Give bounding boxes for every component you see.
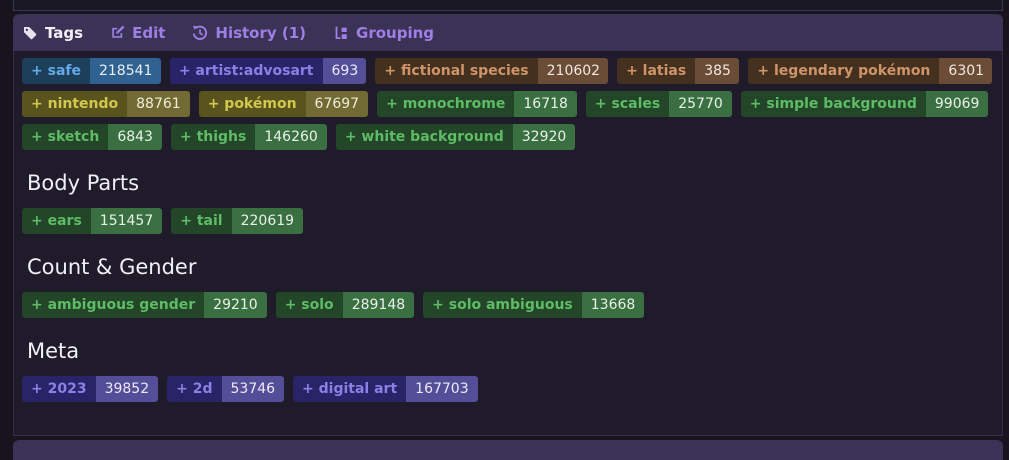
tag-count: 25770 [669,91,732,117]
section-heading: Meta [27,339,80,363]
tag-add-link[interactable]: + solo ambiguous [423,292,582,318]
tag-add-link[interactable]: + monochrome [377,91,515,117]
tag-count: 693 [322,58,367,84]
tag-count: 88761 [127,91,190,117]
section-heading: Body Parts [27,171,140,195]
tag-row: + 2023 39852 + 2d 53746 + digital art 167703 [22,376,992,402]
tag-add-link[interactable]: + digital art [293,376,407,402]
tag-badge-safe: + safe 218541 [22,58,161,84]
tag-count: 385 [695,58,740,84]
tag-badge-ears: + ears 151457 [22,208,163,234]
toolbar-button-edit[interactable]: Edit [110,24,165,42]
toolbar-grouping-label: Grouping [356,23,435,42]
tag-row: + ears 151457 + tail 220619 [22,208,992,234]
tag-badge-tail: + tail 220619 [171,208,304,234]
tag-badge-2023: + 2023 39852 [22,376,159,402]
tags-panel-toolbar: Tags Edit History (1) Grouping [13,14,1003,51]
grouping-icon [333,25,349,41]
tag-add-link[interactable]: + nintendo [22,91,128,117]
tag-add-link[interactable]: + ears [22,208,91,234]
tag-add-link[interactable]: + simple background [740,91,926,117]
tag-count: 16718 [514,91,577,117]
tag-badge-artist-advosart: + artist:advosart 693 [169,58,367,84]
tag-badge-solo-ambiguous: + solo ambiguous 13668 [423,292,645,318]
tag-badge-legendary-pok-mon: + legendary pokémon 6301 [748,58,992,84]
tag-add-link[interactable]: + pokémon [198,91,306,117]
tag-badge-nintendo: + nintendo 88761 [22,91,190,117]
tag-count: 29210 [204,292,267,318]
tag-icon [22,25,38,41]
tag-count: 151457 [90,208,163,234]
toolbar-tags-label: Tags [45,23,84,42]
tag-badge-latias: + latias 385 [617,58,740,84]
tag-badge-fictional-species: + fictional species 210602 [375,58,609,84]
tag-badge-thighs: + thighs 146260 [170,124,327,150]
next-section-header [13,440,1003,460]
toolbar-tab-tags[interactable]: Tags [22,24,83,42]
edit-icon [110,25,125,40]
section-heading: Count & Gender [27,255,197,279]
tag-add-link[interactable]: + sketch [22,124,109,150]
tag-count: 6301 [939,58,992,84]
toolbar-edit-label: Edit [132,23,166,42]
tag-count: 167703 [406,376,478,402]
tag-add-link[interactable]: + latias [617,58,696,84]
tag-row: + safe 218541 + artist:advosart 693 + fictio… [22,58,992,84]
tag-sections: + safe 218541 + artist:advosart 693 + fictio… [13,51,1003,436]
tag-add-link[interactable]: + 2023 [22,376,96,402]
tag-count: 289148 [342,292,415,318]
tag-count: 32920 [512,124,576,150]
history-icon [192,25,208,41]
tag-add-link[interactable]: + white background [335,124,513,150]
tag-add-link[interactable]: + ambiguous gender [22,292,205,318]
tag-count: 146260 [255,124,327,150]
tag-add-link[interactable]: + thighs [170,124,256,150]
tag-count: 13668 [581,292,645,318]
toolbar-history-label: History (1) [215,23,307,42]
previous-section-edge [13,0,1003,11]
tag-count: 53746 [221,376,285,402]
tag-row: + ambiguous gender 29210 + solo 289148 + sol… [22,292,992,318]
tag-add-link[interactable]: + fictional species [375,58,538,84]
tag-badge-white-background: + white background 32920 [335,124,576,150]
tag-add-link[interactable]: + legendary pokémon [748,58,940,84]
tag-add-link[interactable]: + solo [275,292,343,318]
tag-badge-digital-art: + digital art 167703 [293,376,478,402]
tag-badge-scales: + scales 25770 [585,91,732,117]
tag-badge-sketch: + sketch 6843 [22,124,162,150]
tag-badge-monochrome: + monochrome 16718 [377,91,577,117]
tag-badge-ambiguous-gender: + ambiguous gender 29210 [22,292,267,318]
tag-add-link[interactable]: + safe [22,58,90,84]
tag-badge-pok-mon: + pokémon 67697 [198,91,369,117]
tag-badge-2d: + 2d 53746 [167,376,285,402]
tags-panel: Tags Edit History (1) Grouping + safe 21… [13,14,1003,436]
tag-badge-simple-background: + simple background 99069 [740,91,989,117]
tag-count: 99069 [925,91,989,117]
tag-add-link[interactable]: + 2d [167,376,222,402]
tag-row: + nintendo 88761 + pokémon 67697 + monochrom… [22,91,992,117]
tag-count: 218541 [89,58,161,84]
toolbar-button-grouping[interactable]: Grouping [333,24,434,42]
toolbar-button-history[interactable]: History (1) [192,24,306,42]
tag-count: 210602 [537,58,609,84]
tag-count: 220619 [231,208,304,234]
tag-add-link[interactable]: + artist:advosart [169,58,323,84]
tag-add-link[interactable]: + tail [171,208,232,234]
tag-add-link[interactable]: + scales [585,91,670,117]
tag-row: + sketch 6843 + thighs 146260 + white backgr… [22,124,992,150]
tag-count: 39852 [95,376,159,402]
tag-count: 6843 [108,124,162,150]
tag-badge-solo: + solo 289148 [275,292,415,318]
tag-count: 67697 [305,91,369,117]
